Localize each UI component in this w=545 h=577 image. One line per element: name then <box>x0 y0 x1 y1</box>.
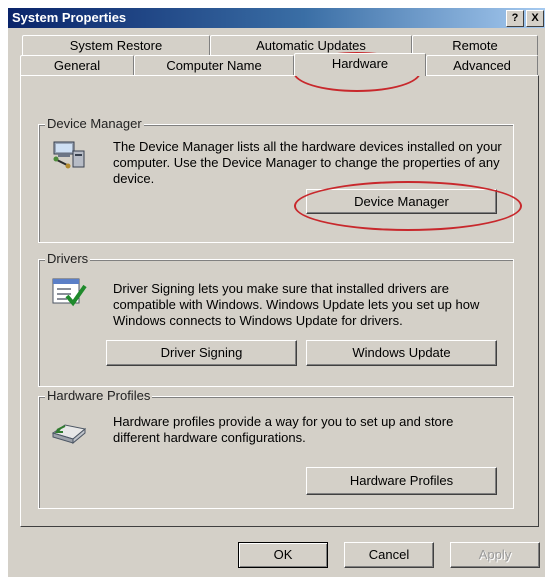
tab-row-front: General Computer Name Hardware Advanced <box>20 53 538 76</box>
device-manager-icon <box>51 139 87 171</box>
device-manager-button[interactable]: Device Manager <box>306 189 497 214</box>
tab-hardware[interactable]: Hardware <box>294 53 426 76</box>
window-title: System Properties <box>12 10 127 25</box>
hardware-tab-panel: Device Manager The Device Manager lists … <box>20 75 539 527</box>
tab-general[interactable]: General <box>20 55 134 75</box>
apply-button[interactable]: Apply <box>450 542 540 568</box>
driver-signing-button[interactable]: Driver Signing <box>106 340 297 366</box>
close-button[interactable]: X <box>526 10 544 27</box>
tab-remote[interactable]: Remote <box>412 35 538 55</box>
tab-system-restore[interactable]: System Restore <box>22 35 210 55</box>
tab-computer-name[interactable]: Computer Name <box>134 55 294 75</box>
help-button[interactable]: ? <box>506 10 524 27</box>
hardware-profiles-icon <box>51 419 87 445</box>
title-bar[interactable]: System Properties ? X <box>8 8 545 28</box>
windows-update-button[interactable]: Windows Update <box>306 340 497 366</box>
hardware-profiles-legend: Hardware Profiles <box>45 388 153 403</box>
tab-automatic-updates[interactable]: Automatic Updates <box>210 35 412 55</box>
cancel-button[interactable]: Cancel <box>344 542 434 568</box>
drivers-description: Driver Signing lets you make sure that i… <box>113 281 480 328</box>
drivers-group: Drivers Driver Signing lets you make sur… <box>38 251 514 387</box>
device-manager-description: The Device Manager lists all the hardwar… <box>113 139 502 186</box>
hardware-profiles-group: Hardware Profiles Hardware profiles prov… <box>38 388 514 509</box>
device-manager-legend: Device Manager <box>45 116 144 131</box>
hardware-profiles-description: Hardware profiles provide a way for you … <box>113 414 454 445</box>
hardware-profiles-button[interactable]: Hardware Profiles <box>306 467 497 495</box>
device-manager-group: Device Manager The Device Manager lists … <box>38 116 514 243</box>
tab-row-back: System Restore Automatic Updates Remote <box>20 35 538 55</box>
tab-advanced[interactable]: Advanced <box>426 55 538 75</box>
system-properties-window: System Properties ? X System Restore Aut… <box>8 8 545 577</box>
driver-signing-icon <box>51 276 87 308</box>
drivers-legend: Drivers <box>45 251 91 266</box>
ok-button[interactable]: OK <box>238 542 328 568</box>
